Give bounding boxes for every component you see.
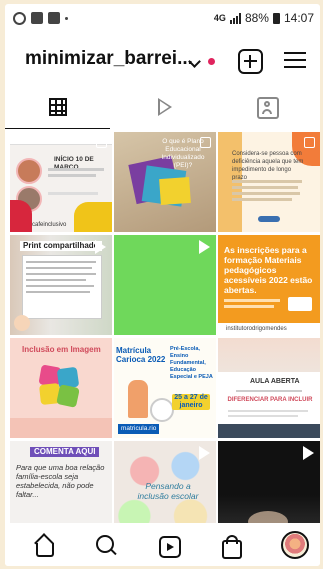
app-notification-icon [48, 12, 60, 24]
video-play-icon [199, 446, 210, 460]
carousel-icon [96, 137, 107, 148]
instagram-notification-icon [13, 11, 26, 25]
menu-button[interactable] [284, 51, 306, 69]
account-username[interactable]: minimizar_barrei... [25, 48, 193, 70]
post-thumbnail[interactable] [114, 235, 216, 335]
home-icon[interactable] [33, 535, 57, 559]
post-caption: Matrícula Carioca 2022 [116, 346, 166, 364]
status-bar: 4G 88% 14:07 [5, 4, 320, 32]
profile-header: minimizar_barrei... [5, 38, 320, 82]
post-thumbnail[interactable]: Print compartilhado [10, 235, 112, 335]
profile-tabs [5, 92, 320, 129]
reels-icon [158, 98, 172, 116]
video-play-icon [199, 240, 210, 254]
phone-screen: 4G 88% 14:07 minimizar_barrei... INÍCIO … [5, 4, 320, 566]
post-thumbnail[interactable]: As inscrições para a formação Materiais … [218, 235, 320, 335]
post-caption: Print compartilhado [20, 241, 102, 251]
grid-icon [49, 98, 67, 116]
profile-avatar[interactable] [281, 531, 309, 559]
post-body: Para que uma boa relação família-escola … [16, 463, 105, 499]
post-thumbnail[interactable]: INÍCIO 10 DE MARÇO cafeinclusivo [10, 132, 112, 232]
post-caption: Inclusão em Imagem [22, 345, 101, 354]
battery-icon [272, 12, 280, 24]
post-thumbnail[interactable]: AULA ABERTA DIFERENCIAR PARA INCLUIR [218, 338, 320, 438]
post-caption: Considera-se pessoa com deficiência aque… [232, 151, 304, 181]
tab-tagged[interactable] [215, 92, 320, 128]
post-thumbnail[interactable]: Matrícula Carioca 2022 Pré-Escola, Ensin… [114, 338, 216, 438]
post-source: institutorodrigomendes [226, 326, 287, 332]
signal-icon [229, 12, 241, 24]
search-icon[interactable] [95, 535, 119, 559]
lock-notification-icon [31, 12, 43, 24]
post-levels: Pré-Escola, Ensino Fundamental, Educação… [170, 346, 213, 380]
post-caption: Pensando a inclusão escolar [137, 481, 199, 501]
post-source: cafeinclusivo [32, 222, 67, 228]
tagged-icon [257, 97, 279, 119]
post-caption: AULA ABERTA [250, 378, 300, 385]
carousel-icon [200, 137, 211, 148]
video-play-icon [303, 446, 314, 460]
post-source: matricula.rio [118, 424, 160, 434]
post-caption: As inscrições para a formação Materiais … [224, 245, 313, 295]
network-type: 4G [213, 13, 226, 23]
post-thumbnail[interactable]: O que é Plano Educacional Individualizad… [114, 132, 216, 232]
video-play-icon [95, 240, 106, 254]
clock: 14:07 [283, 11, 314, 25]
bottom-navigation [5, 523, 320, 566]
tab-reels[interactable] [110, 92, 215, 128]
post-title: DIFERENCIAR PARA INCLUIR [227, 397, 313, 403]
post-thumbnail[interactable]: Inclusão em Imagem [10, 338, 112, 438]
post-caption: COMENTA AQUI [30, 447, 100, 457]
post-badge: 25 a 27 de janeiro [172, 394, 210, 410]
tab-grid[interactable] [5, 92, 110, 129]
shop-icon[interactable] [220, 535, 244, 559]
carousel-icon [304, 137, 315, 148]
notification-dot [208, 58, 215, 65]
reels-nav-icon[interactable] [158, 535, 182, 559]
post-thumbnail[interactable]: Considera-se pessoa com deficiência aque… [218, 132, 320, 232]
battery-percent: 88% [244, 11, 269, 25]
create-post-button[interactable] [238, 49, 263, 74]
more-notifications-icon [65, 16, 68, 20]
